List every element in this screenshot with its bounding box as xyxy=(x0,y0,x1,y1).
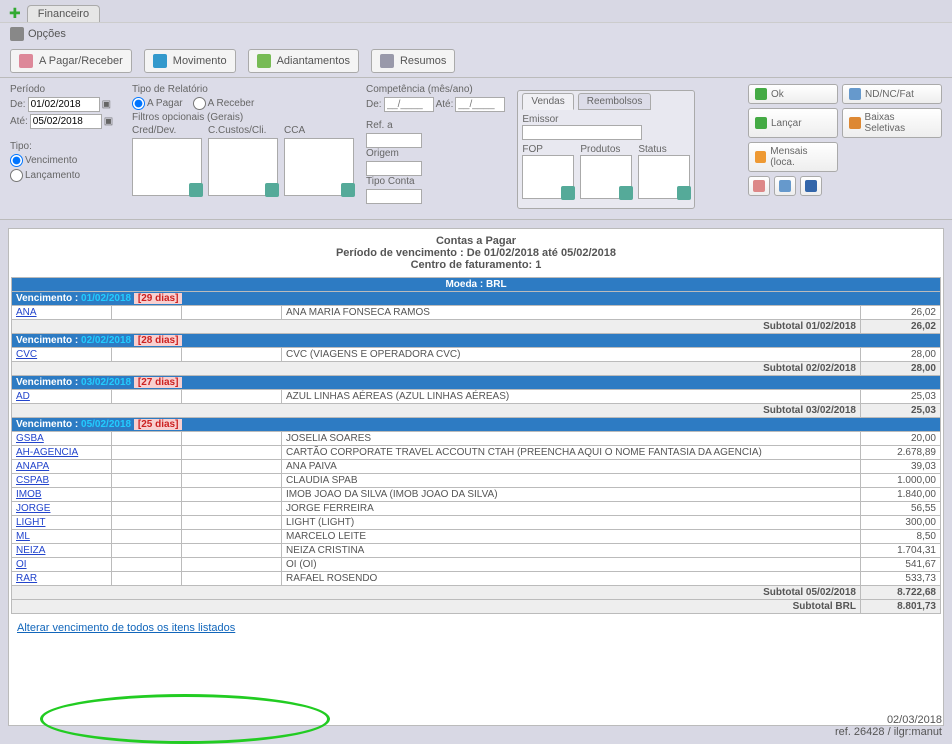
report-center: Centro de faturamento: 1 xyxy=(411,259,542,271)
comp-ate-input[interactable] xyxy=(455,97,505,112)
tool-icon xyxy=(779,180,791,192)
footer-date: 02/03/2018 xyxy=(835,714,942,726)
doc-icon xyxy=(849,88,861,100)
movement-icon xyxy=(153,54,167,68)
download-icon xyxy=(849,117,861,129)
report-title: Contas a Pagar xyxy=(436,235,516,247)
tiporel-label: Tipo de Relatório xyxy=(132,84,354,95)
comp-de-input[interactable] xyxy=(384,97,434,112)
options-icon xyxy=(10,27,24,41)
box-cca[interactable] xyxy=(284,138,354,196)
row-code-link[interactable]: IMOB xyxy=(16,489,42,500)
table-row: RARRAFAEL ROSENDO533,73 xyxy=(12,572,941,586)
radio-vencimento[interactable] xyxy=(10,154,23,167)
btn-baixas[interactable]: Baixas Seletivas xyxy=(842,108,942,138)
box-fop[interactable] xyxy=(522,155,574,199)
btn-adiantamentos[interactable]: Adiantamentos xyxy=(248,49,359,73)
options-label[interactable]: Opções xyxy=(28,28,66,40)
tool-icon xyxy=(753,180,765,192)
report-table: Moeda : BRL Vencimento : 01/02/2018 [29 … xyxy=(11,277,941,614)
btn-tool2[interactable] xyxy=(774,176,796,196)
plus-icon xyxy=(755,117,767,129)
lookup-icon[interactable] xyxy=(561,186,575,200)
row-code-link[interactable]: CVC xyxy=(16,349,37,360)
row-code-link[interactable]: AH-AGENCIA xyxy=(16,447,78,458)
tipo-label: Tipo: xyxy=(10,141,120,152)
table-row: ANAANA MARIA FONSECA RAMOS26,02 xyxy=(12,306,941,320)
table-row: LIGHTLIGHT (LIGHT)300,00 xyxy=(12,516,941,530)
btn-mensais[interactable]: Mensais (loca. xyxy=(748,142,838,172)
calendar-icon xyxy=(755,151,766,163)
footer-ref: ref. 26428 / ilgr:manut xyxy=(835,726,942,738)
periodo-de-input[interactable] xyxy=(28,97,100,112)
competencia-label: Competência (mês/ano) xyxy=(366,84,505,95)
row-code-link[interactable]: NEIZA xyxy=(16,545,45,556)
lookup-icon[interactable] xyxy=(341,183,355,197)
table-row: AH-AGENCIACARTÃO CORPORATE TRAVEL ACCOUT… xyxy=(12,446,941,460)
table-row: JORGEJORGE FERREIRA56,55 xyxy=(12,502,941,516)
table-row: NEIZANEIZA CRISTINA1.704,31 xyxy=(12,544,941,558)
origem-input[interactable] xyxy=(366,161,422,176)
link-alterar-vencimento[interactable]: Alterar vencimento de todos os itens lis… xyxy=(17,622,235,634)
radio-apagar[interactable] xyxy=(132,97,145,110)
report-panel: Contas a Pagar Período de vencimento : D… xyxy=(8,228,944,726)
tab-financeiro[interactable]: Financeiro xyxy=(27,5,100,22)
btn-lancar[interactable]: Lançar xyxy=(748,108,838,138)
tipoconta-input[interactable] xyxy=(366,189,422,204)
box-produtos[interactable] xyxy=(580,155,632,199)
lookup-icon[interactable] xyxy=(189,183,203,197)
save-icon xyxy=(805,180,817,192)
lookup-icon[interactable] xyxy=(619,186,633,200)
subtab-reembolsos[interactable]: Reembolsos xyxy=(578,93,652,110)
table-row: IMOBIMOB JOAO DA SILVA (IMOB JOAO DA SIL… xyxy=(12,488,941,502)
pay-icon xyxy=(19,54,33,68)
box-ccustos[interactable] xyxy=(208,138,278,196)
advance-icon xyxy=(257,54,271,68)
row-code-link[interactable]: ML xyxy=(16,531,30,542)
moeda-header: Moeda : BRL xyxy=(12,278,941,292)
add-tab-icon[interactable]: ✚ xyxy=(5,5,25,22)
row-code-link[interactable]: JORGE xyxy=(16,503,50,514)
row-code-link[interactable]: GSBA xyxy=(16,433,44,444)
btn-resumo[interactable]: Resumos xyxy=(371,49,455,73)
table-row: CSPABCLAUDIA SPAB1.000,00 xyxy=(12,474,941,488)
btn-ndnc[interactable]: ND/NC/Fat xyxy=(842,84,942,104)
table-row: CVCCVC (VIAGENS E OPERADORA CVC)28,00 xyxy=(12,348,941,362)
table-row: ADAZUL LINHAS AÉREAS (AZUL LINHAS AÉREAS… xyxy=(12,390,941,404)
radio-areceber[interactable] xyxy=(193,97,206,110)
check-icon xyxy=(755,88,767,100)
box-status[interactable] xyxy=(638,155,690,199)
btn-tool1[interactable] xyxy=(748,176,770,196)
table-row: OIOI (OI)541,67 xyxy=(12,558,941,572)
row-code-link[interactable]: LIGHT xyxy=(16,517,45,528)
emissor-input[interactable] xyxy=(522,125,642,140)
btn-save[interactable] xyxy=(800,176,822,196)
table-row: GSBAJOSELIA SOARES20,00 xyxy=(12,432,941,446)
summary-icon xyxy=(380,54,394,68)
row-code-link[interactable]: RAR xyxy=(16,573,37,584)
row-code-link[interactable]: OI xyxy=(16,559,27,570)
btn-ok[interactable]: Ok xyxy=(748,84,838,104)
filtros-label: Filtros opcionais (Gerais) xyxy=(132,112,354,123)
lookup-icon[interactable] xyxy=(265,183,279,197)
btn-pagar-receber[interactable]: A Pagar/Receber xyxy=(10,49,132,73)
btn-movimento[interactable]: Movimento xyxy=(144,49,236,73)
periodo-ate-input[interactable] xyxy=(30,114,102,129)
ref-input[interactable] xyxy=(366,133,422,148)
periodo-label: Período xyxy=(10,84,120,95)
row-code-link[interactable]: ANAPA xyxy=(16,461,49,472)
row-code-link[interactable]: ANA xyxy=(16,307,37,318)
table-row: MLMARCELO LEITE8,50 xyxy=(12,530,941,544)
box-creddev[interactable] xyxy=(132,138,202,196)
subtab-vendas[interactable]: Vendas xyxy=(522,93,573,110)
table-row: ANAPAANA PAIVA39,03 xyxy=(12,460,941,474)
row-code-link[interactable]: CSPAB xyxy=(16,475,49,486)
lookup-icon[interactable] xyxy=(677,186,691,200)
report-subtitle: Período de vencimento : De 01/02/2018 at… xyxy=(336,247,616,259)
row-code-link[interactable]: AD xyxy=(16,391,30,402)
radio-lancamento[interactable] xyxy=(10,169,23,182)
